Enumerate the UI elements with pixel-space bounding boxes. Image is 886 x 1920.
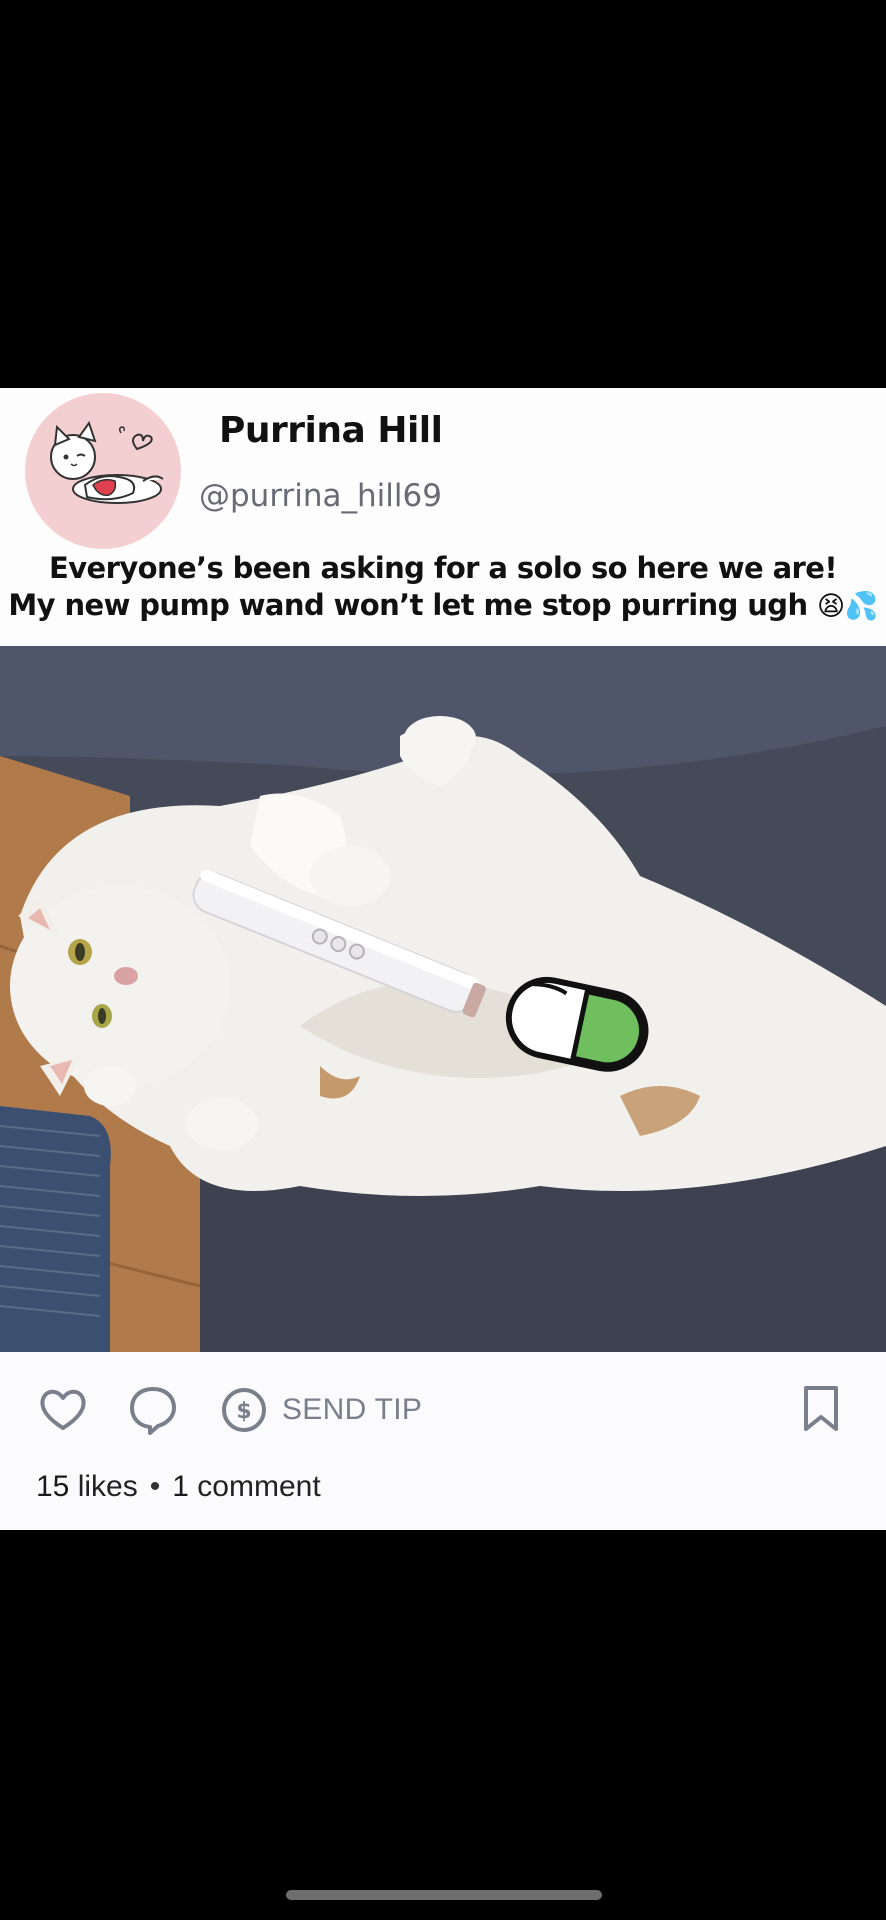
likes-count: 15: [36, 1470, 70, 1503]
post-header: Purrina Hill @purrina_hill69 Everyone’s …: [0, 388, 886, 646]
caption-line-2: My new pump wand won’t let me stop purri…: [0, 587, 886, 625]
user-handle[interactable]: @purrina_hill69: [199, 478, 442, 514]
post-card: Purrina Hill @purrina_hill69 Everyone’s …: [0, 388, 886, 1530]
bookmark-icon: [804, 1386, 838, 1431]
send-tip-label: SEND TIP: [282, 1393, 423, 1426]
dollar-circle-icon: $: [222, 1388, 266, 1432]
svg-text:$: $: [236, 1399, 251, 1424]
like-button[interactable]: [38, 1386, 88, 1434]
comment-bubble-icon: [130, 1387, 176, 1435]
post-actions: $ SEND TIP 15 likes • 1 comment: [0, 1352, 886, 1530]
avatar[interactable]: [25, 393, 181, 549]
home-indicator[interactable]: [286, 1890, 602, 1900]
send-tip-button[interactable]: $ SEND TIP: [220, 1386, 422, 1434]
post-caption: Everyone’s been asking for a solo so her…: [0, 550, 886, 625]
cat-photo: [0, 646, 886, 1352]
post-photo[interactable]: [0, 646, 886, 1352]
bookmark-button[interactable]: [800, 1384, 842, 1434]
post-stats: 15 likes • 1 comment: [36, 1470, 321, 1504]
likes-count-link[interactable]: 15 likes: [36, 1470, 138, 1503]
heart-icon: [40, 1389, 86, 1430]
caption-line-1: Everyone’s been asking for a solo so her…: [49, 551, 838, 585]
caption-emoji: 😫💦: [817, 591, 878, 622]
comment-button[interactable]: [128, 1384, 178, 1436]
caption-line-2-text: My new pump wand won’t let me stop purri…: [8, 588, 808, 622]
stats-separator: •: [149, 1470, 161, 1503]
likes-label: likes: [77, 1470, 138, 1503]
cat-avatar-icon: [50, 420, 164, 504]
comments-label: comment: [197, 1470, 321, 1503]
comments-count: 1: [172, 1470, 189, 1503]
comments-count-link[interactable]: 1 comment: [172, 1470, 320, 1503]
display-name[interactable]: Purrina Hill: [219, 410, 443, 451]
